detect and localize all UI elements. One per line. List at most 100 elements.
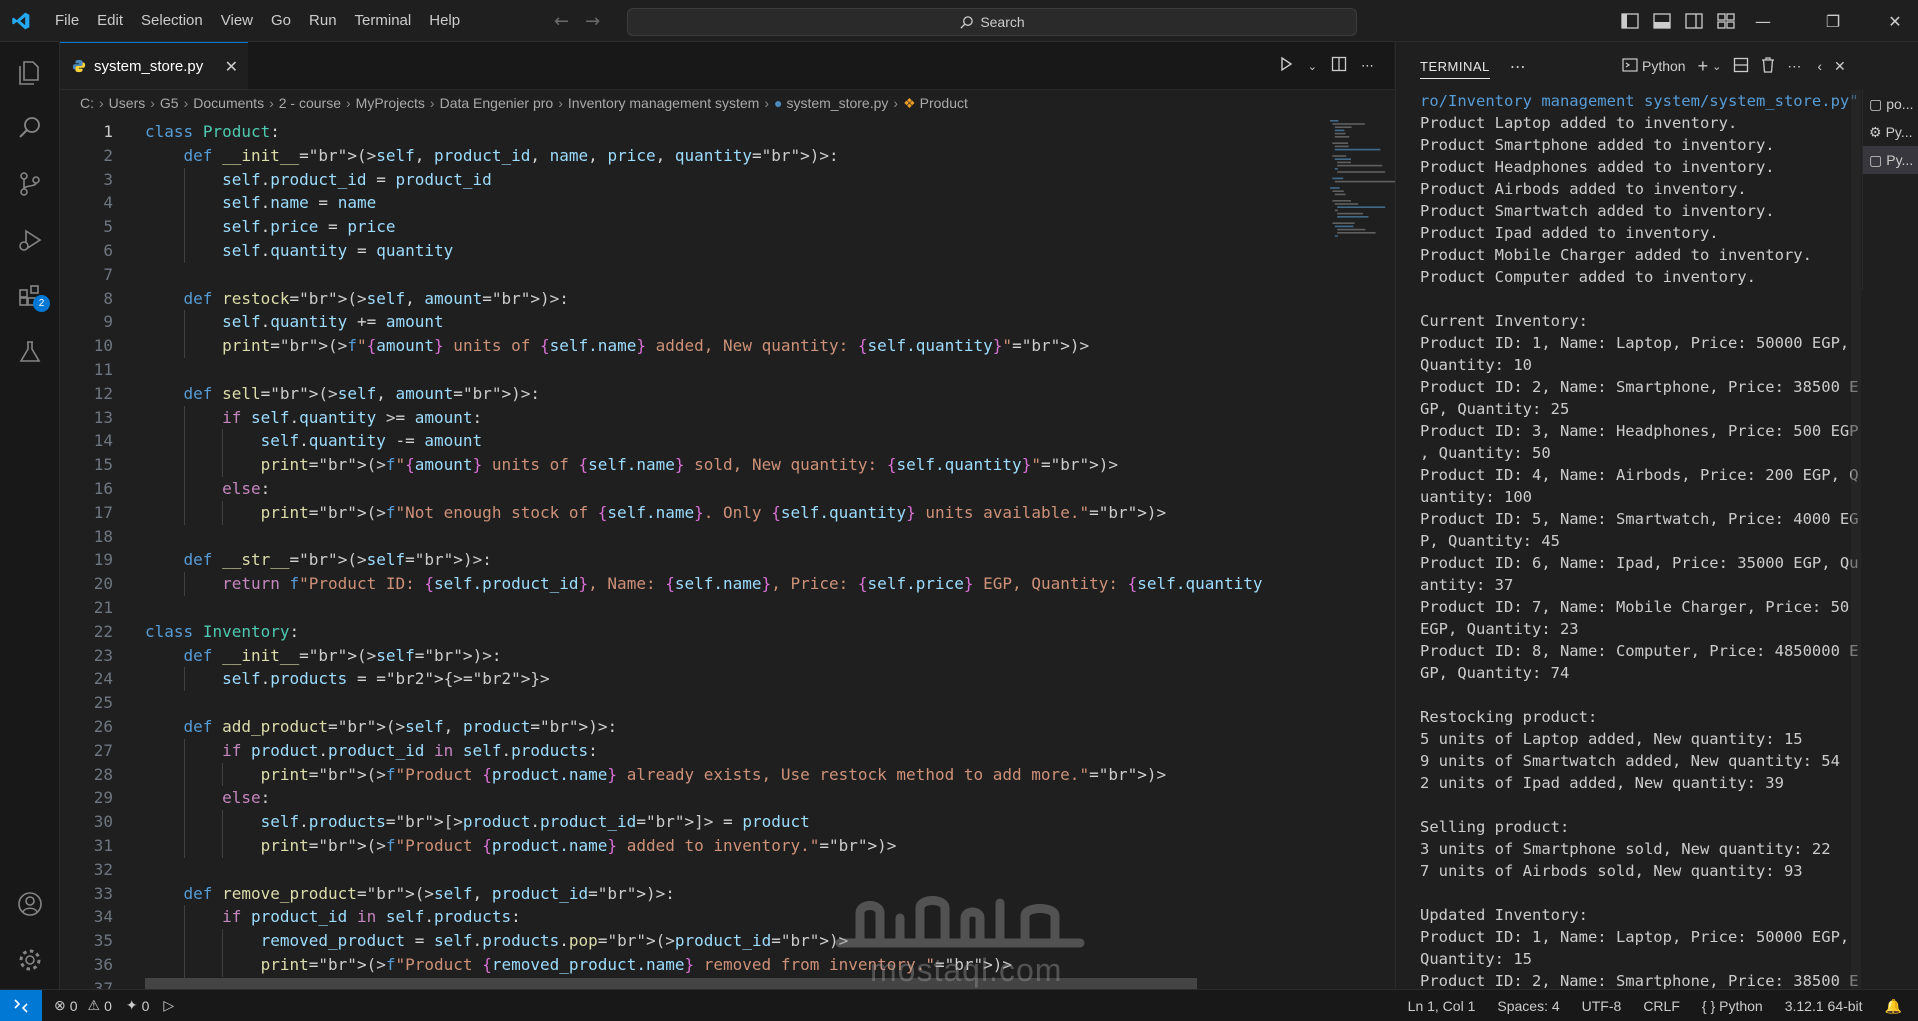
breadcrumb-item[interactable]: Inventory management system: [568, 95, 759, 111]
terminal-scrollbar[interactable]: [1851, 90, 1861, 988]
code-line[interactable]: 26 def add_product="br">(>self, product=…: [60, 715, 1260, 739]
code-line[interactable]: 13 if self.quantity >= amount:: [60, 406, 1260, 430]
code-line[interactable]: 30 self.products="br">[>product.product_…: [60, 810, 1260, 834]
new-terminal-icon[interactable]: +: [1698, 56, 1709, 77]
code-line[interactable]: 1 class Product:: [60, 120, 1260, 144]
menu-selection[interactable]: Selection: [132, 0, 212, 42]
end-of-line[interactable]: CRLF: [1643, 998, 1680, 1014]
code-line[interactable]: 16 else:: [60, 477, 1260, 501]
breadcrumb-item[interactable]: system_store.py: [786, 95, 888, 111]
menu-terminal[interactable]: Terminal: [346, 0, 421, 42]
run-file-icon[interactable]: [1278, 56, 1294, 76]
code-line[interactable]: 17 print="br">(>f"Not enough stock of {s…: [60, 501, 1260, 525]
indentation[interactable]: Spaces: 4: [1497, 998, 1559, 1014]
tab-system-store[interactable]: system_store.py ✕: [60, 42, 248, 89]
remote-indicator[interactable]: [0, 989, 42, 1021]
breadcrumb-item[interactable]: MyProjects: [356, 95, 425, 111]
code-line[interactable]: 19 def __str__="br">(>self="br">)>:: [60, 548, 1260, 572]
code-line[interactable]: 24 self.products = ="br2">{>="br2">}>: [60, 667, 1260, 691]
code-line[interactable]: 11: [60, 358, 1260, 382]
minimize-icon[interactable]: —: [1740, 0, 1786, 42]
code-line[interactable]: 21: [60, 596, 1260, 620]
chevron-down-icon[interactable]: ⌄: [1712, 60, 1721, 73]
restore-icon[interactable]: ❐: [1810, 0, 1856, 42]
terminal-instance[interactable]: ⚙ Py...: [1863, 118, 1918, 146]
code-line[interactable]: 18: [60, 525, 1260, 549]
forward-arrow-icon[interactable]: →: [585, 11, 600, 32]
code-line[interactable]: 8 def restock="br">(>self, amount="br">)…: [60, 287, 1260, 311]
split-editor-icon[interactable]: [1331, 56, 1347, 76]
problems-indicator[interactable]: ⊗ 0 ⚠ 0: [54, 997, 112, 1014]
trash-icon[interactable]: [1761, 56, 1775, 76]
breadcrumb-item[interactable]: 2 - course: [279, 95, 341, 111]
more-actions-icon[interactable]: ⋯: [1361, 59, 1374, 74]
menu-run[interactable]: Run: [300, 0, 346, 42]
code-line[interactable]: 7: [60, 263, 1260, 287]
code-line[interactable]: 15 print="br">(>f"{amount} units of {sel…: [60, 453, 1260, 477]
code-line[interactable]: 31 print="br">(>f"Product {product.name}…: [60, 834, 1260, 858]
ports-indicator[interactable]: ✦ 0: [126, 997, 150, 1014]
code-line[interactable]: 5 self.price = price: [60, 215, 1260, 239]
source-control-icon[interactable]: [0, 160, 60, 208]
terminal-shell-name[interactable]: Python: [1642, 58, 1686, 74]
code-line[interactable]: 6 self.quantity = quantity: [60, 239, 1260, 263]
menu-edit[interactable]: Edit: [88, 0, 132, 42]
chevron-left-icon[interactable]: ‹: [1817, 58, 1822, 74]
code-line[interactable]: 4 self.name = name: [60, 191, 1260, 215]
toggle-secondary-sidebar-icon[interactable]: [1684, 11, 1704, 31]
breadcrumb-item[interactable]: G5: [160, 95, 179, 111]
breadcrumb-item[interactable]: Users: [109, 95, 146, 111]
toggle-panel-icon[interactable]: [1652, 11, 1672, 31]
code-line[interactable]: 14 self.quantity -= amount: [60, 429, 1260, 453]
code-editor[interactable]: 1 class Product: 2 def __init__="br">(>sel…: [60, 116, 1394, 989]
code-line[interactable]: 25: [60, 691, 1260, 715]
code-line[interactable]: 10 print="br">(>f"{amount} units of {sel…: [60, 334, 1260, 358]
close-tab-icon[interactable]: ✕: [225, 57, 238, 76]
explorer-icon[interactable]: [0, 48, 60, 96]
code-line[interactable]: 23 def __init__="br">(>self="br">)>:: [60, 644, 1260, 668]
breadcrumb-item[interactable]: Product: [920, 95, 968, 111]
notifications-bell-icon[interactable]: 🔔: [1885, 998, 1902, 1015]
extensions-icon[interactable]: 2: [0, 272, 60, 320]
more-actions-icon[interactable]: ⋯: [1787, 58, 1801, 75]
terminal-output[interactable]: ro/Inventory management system/system_st…: [1420, 90, 1870, 989]
manage-gear-icon[interactable]: [0, 936, 60, 984]
split-terminal-icon[interactable]: [1733, 57, 1749, 76]
code-line[interactable]: 28 print="br">(>f"Product {product.name}…: [60, 763, 1260, 787]
breadcrumb-item[interactable]: Data Engenier pro: [440, 95, 554, 111]
accounts-icon[interactable]: [0, 880, 60, 928]
terminal-instance[interactable]: ▢ Py...: [1863, 146, 1918, 174]
code-line[interactable]: 12 def sell="br">(>self, amount="br">)>:: [60, 382, 1260, 406]
chevron-down-icon[interactable]: ⌄: [1308, 60, 1317, 73]
run-debug-icon[interactable]: [0, 216, 60, 264]
code-line[interactable]: 29 else:: [60, 786, 1260, 810]
menu-help[interactable]: Help: [420, 0, 469, 42]
code-line[interactable]: 9 self.quantity += amount: [60, 310, 1260, 334]
back-arrow-icon[interactable]: ←: [554, 11, 569, 32]
panel-more-icon[interactable]: ⋯: [1510, 57, 1526, 76]
breadcrumb-item[interactable]: C:: [80, 95, 94, 111]
encoding[interactable]: UTF-8: [1582, 998, 1622, 1014]
python-interpreter[interactable]: 3.12.1 64-bit: [1785, 998, 1863, 1014]
code-line[interactable]: 27 if product.product_id in self.product…: [60, 739, 1260, 763]
code-line[interactable]: 2 def __init__="br">(>self, product_id, …: [60, 144, 1260, 168]
toggle-sidebar-icon[interactable]: [1620, 11, 1640, 31]
close-window-icon[interactable]: ✕: [1872, 0, 1918, 42]
command-center-search[interactable]: Search: [627, 8, 1357, 36]
code-line[interactable]: 22 class Inventory:: [60, 620, 1260, 644]
terminal-instance[interactable]: ▢ po...: [1863, 90, 1918, 118]
language-mode[interactable]: { } Python: [1702, 998, 1763, 1014]
menu-view[interactable]: View: [212, 0, 262, 42]
search-sidebar-icon[interactable]: [0, 104, 60, 152]
code-line[interactable]: 20 return f"Product ID: {self.product_id…: [60, 572, 1263, 596]
tab-terminal[interactable]: TERMINAL: [1420, 53, 1490, 79]
code-line[interactable]: 32: [60, 858, 1260, 882]
breadcrumb-item[interactable]: Documents: [193, 95, 264, 111]
menu-go[interactable]: Go: [262, 0, 300, 42]
customize-layout-icon[interactable]: [1716, 11, 1736, 31]
debug-launch-icon[interactable]: ▷: [163, 997, 174, 1014]
code-line[interactable]: 3 self.product_id = product_id: [60, 168, 1260, 192]
cursor-position[interactable]: Ln 1, Col 1: [1408, 998, 1476, 1014]
menu-file[interactable]: File: [46, 0, 88, 42]
close-panel-icon[interactable]: ✕: [1834, 58, 1846, 75]
